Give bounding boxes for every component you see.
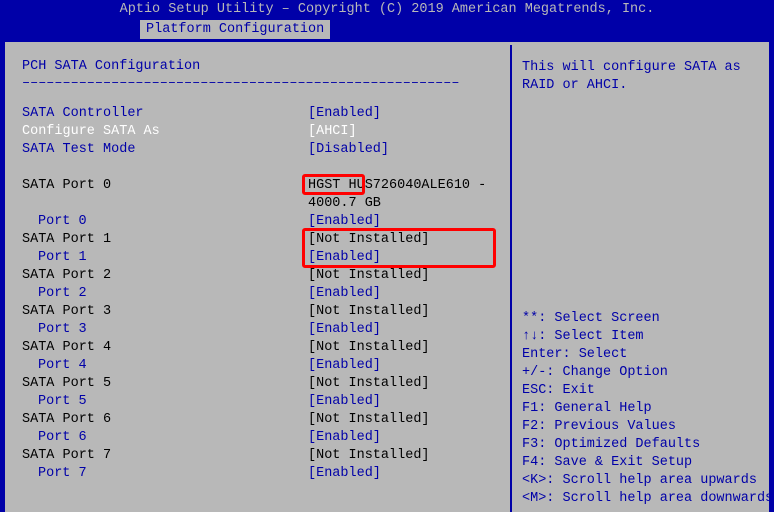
hint: F4: Save & Exit Setup xyxy=(522,454,756,472)
value: [Not Installed] xyxy=(308,303,502,321)
value: [Enabled] xyxy=(308,393,502,411)
label: Port 4 xyxy=(22,357,308,375)
hint: ↑↓: Select Item xyxy=(522,328,756,346)
item-port-3[interactable]: Port 3 [Enabled] xyxy=(22,321,502,339)
blank-row xyxy=(22,159,502,177)
hint: Enter: Select xyxy=(522,346,756,364)
value: [Enabled] xyxy=(308,249,502,267)
value: [Enabled] xyxy=(308,105,502,123)
label: Port 1 xyxy=(22,249,308,267)
main-frame: PCH SATA Configuration –––––––––––––––––… xyxy=(2,39,772,512)
key-hints: **: Select Screen ↑↓: Select Item Enter:… xyxy=(522,310,756,508)
item-port-2[interactable]: Port 2 [Enabled] xyxy=(22,285,502,303)
item-port-6[interactable]: Port 6 [Enabled] xyxy=(22,429,502,447)
item-port-0[interactable]: Port 0 [Enabled] xyxy=(22,213,502,231)
value-line2: 4000.7 GB xyxy=(308,195,502,213)
item-port-7[interactable]: Port 7 [Enabled] xyxy=(22,465,502,483)
item-sata-port-2: SATA Port 2 [Not Installed] xyxy=(22,267,502,285)
label: Port 7 xyxy=(22,465,308,483)
tab-platform-configuration[interactable]: Platform Configuration xyxy=(140,20,330,39)
label: SATA Test Mode xyxy=(22,141,308,159)
label: SATA Port 4 xyxy=(22,339,308,357)
value: [Enabled] xyxy=(308,285,502,303)
label: SATA Port 2 xyxy=(22,267,308,285)
value: [Disabled] xyxy=(308,141,502,159)
label: SATA Port 7 xyxy=(22,447,308,465)
label: SATA Port 0 xyxy=(22,177,308,195)
label: Port 5 xyxy=(22,393,308,411)
help-text: This will configure SATA as RAID or AHCI… xyxy=(522,59,756,95)
item-port-5[interactable]: Port 5 [Enabled] xyxy=(22,393,502,411)
title-bar: Aptio Setup Utility – Copyright (C) 2019… xyxy=(0,0,774,20)
value: [Not Installed] xyxy=(308,267,502,285)
value: [Not Installed] xyxy=(308,375,502,393)
label: SATA Port 3 xyxy=(22,303,308,321)
value: [Not Installed] xyxy=(308,447,502,465)
tab-bar: Platform Configuration xyxy=(0,20,774,39)
item-configure-sata-as[interactable]: Configure SATA As [AHCI] xyxy=(22,123,502,141)
value: [AHCI] xyxy=(308,123,502,141)
item-port-4[interactable]: Port 4 [Enabled] xyxy=(22,357,502,375)
label: SATA Port 5 xyxy=(22,375,308,393)
item-sata-port-0-line2: 4000.7 GB xyxy=(22,195,502,213)
label: Port 0 xyxy=(22,213,308,231)
label: SATA Port 1 xyxy=(22,231,308,249)
item-sata-port-1: SATA Port 1 [Not Installed] xyxy=(22,231,502,249)
value: [Enabled] xyxy=(308,321,502,339)
hint: F2: Previous Values xyxy=(522,418,756,436)
right-panel: This will configure SATA as RAID or AHCI… xyxy=(510,45,766,512)
label: Port 3 xyxy=(22,321,308,339)
label: Configure SATA As xyxy=(22,123,308,141)
label: Port 2 xyxy=(22,285,308,303)
item-sata-port-7: SATA Port 7 [Not Installed] xyxy=(22,447,502,465)
item-sata-port-6: SATA Port 6 [Not Installed] xyxy=(22,411,502,429)
item-sata-port-5: SATA Port 5 [Not Installed] xyxy=(22,375,502,393)
hint: +/-: Change Option xyxy=(522,364,756,382)
hint: <K>: Scroll help area upwards xyxy=(522,472,756,490)
item-sata-test-mode[interactable]: SATA Test Mode [Disabled] xyxy=(22,141,502,159)
value: [Not Installed] xyxy=(308,231,502,249)
label: SATA Controller xyxy=(22,105,308,123)
hint: F1: General Help xyxy=(522,400,756,418)
value-line1: HGST HUS726040ALE610 - xyxy=(308,177,502,195)
item-sata-port-0: SATA Port 0 HGST HUS726040ALE610 - xyxy=(22,177,502,195)
value: [Not Installed] xyxy=(308,411,502,429)
value: [Enabled] xyxy=(308,429,502,447)
item-sata-controller[interactable]: SATA Controller [Enabled] xyxy=(22,105,502,123)
hint: **: Select Screen xyxy=(522,310,756,328)
value: [Not Installed] xyxy=(308,339,502,357)
hint: ESC: Exit xyxy=(522,382,756,400)
help-line: This will configure SATA as xyxy=(522,59,756,77)
hint: F3: Optimized Defaults xyxy=(522,436,756,454)
spacer xyxy=(22,195,308,213)
section-title: PCH SATA Configuration xyxy=(22,59,502,74)
divider: ––––––––––––––––––––––––––––––––––––––––… xyxy=(22,76,502,91)
item-sata-port-3: SATA Port 3 [Not Installed] xyxy=(22,303,502,321)
item-port-1[interactable]: Port 1 [Enabled] xyxy=(22,249,502,267)
value: [Enabled] xyxy=(308,357,502,375)
label: Port 6 xyxy=(22,429,308,447)
value: [Enabled] xyxy=(308,213,502,231)
left-panel: PCH SATA Configuration –––––––––––––––––… xyxy=(8,45,510,512)
help-line: RAID or AHCI. xyxy=(522,77,756,95)
label: SATA Port 6 xyxy=(22,411,308,429)
item-sata-port-4: SATA Port 4 [Not Installed] xyxy=(22,339,502,357)
value: [Enabled] xyxy=(308,465,502,483)
hint: <M>: Scroll help area downwards xyxy=(522,490,756,508)
